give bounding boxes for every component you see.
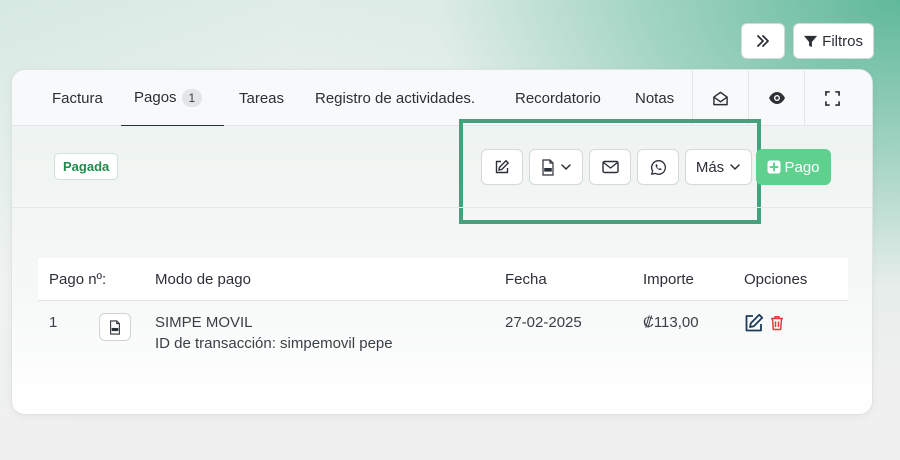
tab-label: Tareas [239, 89, 285, 107]
top-actions: Filtros [741, 23, 874, 59]
header-pago-numero: Pago nº: [49, 271, 107, 288]
plus-square-icon [767, 160, 781, 174]
edit-payment-button[interactable] [744, 313, 764, 338]
header-opciones: Opciones [744, 271, 808, 288]
whatsapp-button[interactable] [637, 149, 679, 185]
envelope-open-icon [713, 91, 728, 105]
fullscreen-icon [825, 90, 840, 106]
transaction-id: ID de transacción: simpemovil pepe [155, 335, 393, 352]
tab-notas[interactable]: Notas [635, 70, 674, 126]
payment-number: 1 [49, 314, 58, 331]
tab-tareas[interactable]: Tareas [239, 70, 284, 126]
tab-count-badge: 1 [181, 88, 203, 107]
header-fecha: Fecha [505, 271, 547, 288]
header-modo-pago: Modo de pago [155, 271, 251, 288]
pdf-dropdown-button[interactable] [529, 149, 583, 185]
eye-icon [768, 92, 785, 104]
tab-bar: Factura Pagos 1 Tareas Registro de activ… [12, 70, 872, 126]
tab-label: Factura [52, 89, 103, 107]
envelope-icon [601, 160, 619, 174]
invoice-card: Factura Pagos 1 Tareas Registro de activ… [11, 69, 873, 415]
tab-fullscreen[interactable] [804, 70, 860, 126]
whatsapp-icon [650, 159, 666, 175]
delete-payment-button[interactable] [770, 315, 784, 336]
tab-label: Registro de actividades. [315, 89, 476, 107]
pdf-file-icon [110, 319, 120, 335]
double-chevron-right-icon [757, 35, 770, 47]
tab-preview[interactable] [748, 70, 804, 126]
send-email-button[interactable] [589, 149, 631, 185]
tab-pagos[interactable]: Pagos 1 [121, 70, 224, 126]
divider [12, 207, 872, 208]
expand-button[interactable] [741, 23, 786, 59]
payment-pdf-button[interactable] [99, 313, 131, 341]
table-row: 1 SIMPE MOVIL ID de transacción: simpemo… [38, 301, 848, 357]
edit-invoice-button[interactable] [481, 149, 523, 185]
funnel-icon [804, 35, 818, 47]
payment-mode: SIMPE MOVIL [155, 314, 253, 331]
tab-label: Recordatorio [515, 89, 601, 107]
tab-factura[interactable]: Factura [52, 70, 103, 126]
filtros-button[interactable]: Filtros [793, 23, 874, 59]
more-label: Más [695, 158, 725, 176]
tab-label: Pagos [134, 89, 177, 106]
pencil-square-icon [745, 313, 764, 332]
tab-recordatorio[interactable]: Recordatorio [515, 70, 601, 126]
action-toolbar: Más [481, 149, 752, 185]
filtros-label: Filtros [822, 32, 863, 50]
table-header: Pago nº: Modo de pago Fecha Importe Opci… [38, 258, 848, 301]
tab-mail-open[interactable] [692, 70, 748, 126]
tab-registro-actividades[interactable]: Registro de actividades. [315, 70, 475, 126]
more-dropdown-button[interactable]: Más [685, 149, 752, 185]
pago-label: Pago [784, 158, 820, 176]
status-badge: Pagada [54, 153, 119, 180]
add-pago-button[interactable]: Pago [756, 149, 831, 185]
payment-date: 27-02-2025 [505, 314, 582, 331]
status-label: Pagada [63, 159, 110, 174]
pdf-file-icon [542, 158, 554, 176]
payment-amount: ₡113,00 [643, 314, 699, 331]
chevron-down-icon [561, 164, 571, 171]
trash-icon [771, 316, 783, 331]
tab-label: Notas [635, 89, 675, 107]
pencil-square-icon [495, 160, 509, 174]
chevron-down-icon [730, 164, 740, 171]
payments-table: Pago nº: Modo de pago Fecha Importe Opci… [38, 258, 848, 357]
header-importe: Importe [643, 271, 694, 288]
